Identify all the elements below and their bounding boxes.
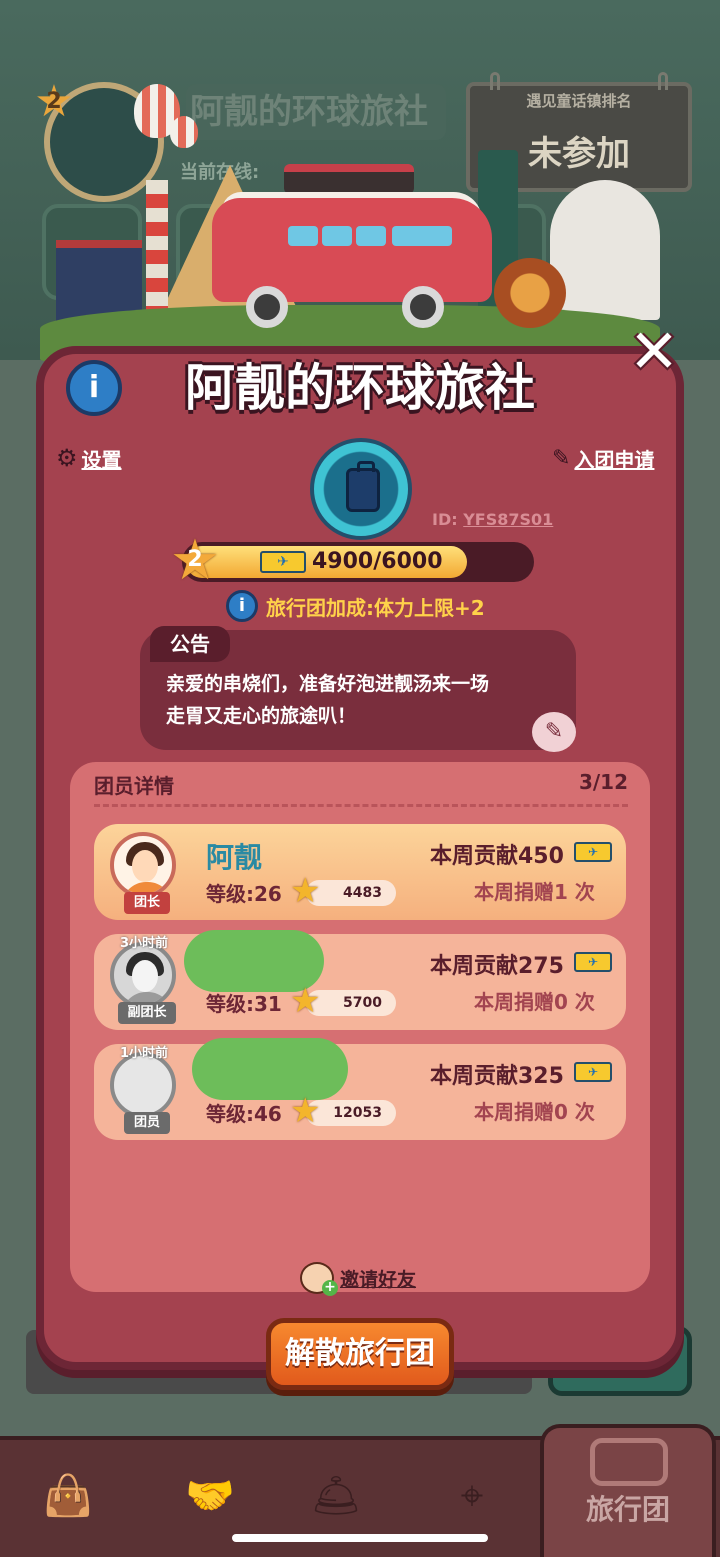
lion-icon bbox=[494, 258, 566, 328]
document-pen-icon: ✎ bbox=[552, 445, 571, 471]
last-seen: 1小时前 bbox=[120, 1046, 169, 1061]
nav-travel-team-label: 旅行团 bbox=[585, 1493, 670, 1526]
bus-icon bbox=[590, 1438, 668, 1486]
member-level: 等级:31 bbox=[206, 992, 282, 1016]
members-header: 团员详情 3/12 bbox=[94, 770, 628, 802]
last-seen: 3小时前 bbox=[120, 936, 169, 951]
background-level-number: 2 bbox=[46, 89, 62, 114]
team-bonus[interactable]: i 旅行团加成:体力上限+2 bbox=[226, 588, 485, 624]
star-icon: ★ bbox=[290, 871, 321, 911]
star-icon: ★ bbox=[290, 981, 321, 1021]
team-emblem bbox=[310, 438, 412, 540]
weekly-donations: 本周捐赠0 次 bbox=[474, 1100, 595, 1124]
members-count: 3/12 bbox=[578, 770, 628, 794]
nav-travel-team-tab[interactable]: 旅行团 bbox=[540, 1424, 716, 1557]
redacted-name bbox=[192, 1038, 348, 1100]
member-row[interactable]: 1小时前 团员 等级:46 12053 ★ 本周贡献325 ✈ 本周捐赠0 次 bbox=[94, 1038, 626, 1140]
bus-window bbox=[322, 226, 352, 246]
nav-map-pin-icon[interactable]: ⌖ bbox=[432, 1466, 512, 1526]
team-bonus-text: 旅行团加成:体力上限+2 bbox=[266, 595, 485, 620]
star-icon: ★ bbox=[290, 1091, 321, 1131]
notice-text: 亲爱的串烧们，准备好泡进靓汤来一场 走胃又走心的旅途叭！ bbox=[166, 668, 566, 732]
pencil-icon[interactable]: ✎ bbox=[532, 712, 576, 752]
ticket-icon: ✈ bbox=[574, 842, 612, 862]
experience-bar: ✈ 4900/6000 bbox=[182, 542, 534, 582]
bus-wheel bbox=[402, 286, 444, 328]
notice-line: 亲爱的串烧们，准备好泡进靓汤来一场 bbox=[166, 673, 490, 695]
taj-mahal-icon bbox=[550, 180, 660, 320]
settings-label: 设置 bbox=[81, 447, 122, 472]
members-title: 团员详情 bbox=[94, 774, 174, 798]
join-requests-button[interactable]: ✎ 入团申请 bbox=[552, 442, 654, 474]
roof-luggage-icon bbox=[284, 164, 414, 194]
team-id-prefix: ID: bbox=[432, 510, 458, 529]
tour-bus-icon bbox=[212, 198, 492, 302]
experience-text: 4900/6000 bbox=[312, 549, 443, 574]
rank-board-title: 遇见童话镇排名 bbox=[526, 92, 632, 110]
home-indicator bbox=[232, 1534, 488, 1542]
ticket-icon: ✈ bbox=[574, 1062, 612, 1082]
role-badge: 团员 bbox=[124, 1112, 170, 1134]
avatar-face bbox=[132, 960, 158, 992]
team-level: 2 bbox=[187, 547, 203, 572]
member-row[interactable]: 3小时前 副团长 等级:31 5700 ★ 本周贡献275 ✈ 本周捐赠0 次 bbox=[94, 930, 626, 1030]
tokyo-tower-icon bbox=[146, 180, 168, 320]
disband-team-button[interactable]: 解散旅行团 bbox=[266, 1318, 454, 1390]
bus-window bbox=[288, 226, 318, 246]
member-name: 阿靓 bbox=[206, 841, 263, 874]
nav-service-bell-icon[interactable]: 🛎 bbox=[296, 1466, 376, 1526]
avatar bbox=[110, 1052, 176, 1118]
bus-window bbox=[392, 226, 452, 246]
suitcase-icon bbox=[346, 461, 380, 512]
avatar bbox=[110, 942, 176, 1008]
divider bbox=[94, 804, 628, 810]
avatar bbox=[110, 832, 176, 898]
role-badge: 副团长 bbox=[118, 1002, 176, 1024]
team-id-value: YFS87S01 bbox=[463, 510, 554, 529]
weekly-donations: 本周捐赠0 次 bbox=[474, 990, 595, 1014]
bus-wheel bbox=[246, 286, 288, 328]
member-level: 等级:26 bbox=[206, 882, 282, 906]
team-id: ID: YFS87S01 bbox=[432, 510, 553, 529]
role-badge: 团长 bbox=[124, 892, 170, 914]
notice-line: 走胃又走心的旅途叭！ bbox=[166, 705, 357, 727]
settings-button[interactable]: ⚙ 设置 bbox=[56, 442, 122, 474]
member-level: 等级:46 bbox=[206, 1102, 282, 1126]
ticket-icon: ✈ bbox=[260, 551, 306, 573]
invite-friends-button[interactable]: 邀请好友 bbox=[300, 1260, 416, 1296]
nav-handshake-icon[interactable]: 🤝 bbox=[170, 1466, 250, 1526]
nav-bag-icon[interactable]: 👜 bbox=[28, 1466, 108, 1526]
background-team-title: 阿靓的环球旅社 bbox=[186, 84, 446, 140]
add-friend-icon bbox=[300, 1262, 338, 1296]
bus-window bbox=[356, 226, 386, 246]
ticket-icon: ✈ bbox=[574, 952, 612, 972]
member-row[interactable]: 团长 阿靓 等级:26 4483 ★ 本周贡献450 ✈ 本周捐赠1 次 bbox=[94, 824, 626, 920]
notice-tab: 公告 bbox=[150, 626, 230, 662]
board-hook bbox=[490, 72, 500, 90]
panel-title: 阿靓的环球旅社 bbox=[185, 359, 535, 417]
info-icon[interactable]: i bbox=[226, 590, 258, 622]
hot-air-balloon-icon bbox=[170, 116, 198, 148]
avatar-face bbox=[132, 850, 158, 882]
weekly-donations: 本周捐赠1 次 bbox=[474, 880, 595, 904]
join-requests-label: 入团申请 bbox=[574, 447, 655, 472]
close-icon[interactable]: ✕ bbox=[622, 322, 686, 382]
board-hook bbox=[658, 72, 668, 90]
invite-friends-label: 邀请好友 bbox=[340, 1268, 417, 1291]
gear-icon: ⚙ bbox=[56, 444, 78, 472]
